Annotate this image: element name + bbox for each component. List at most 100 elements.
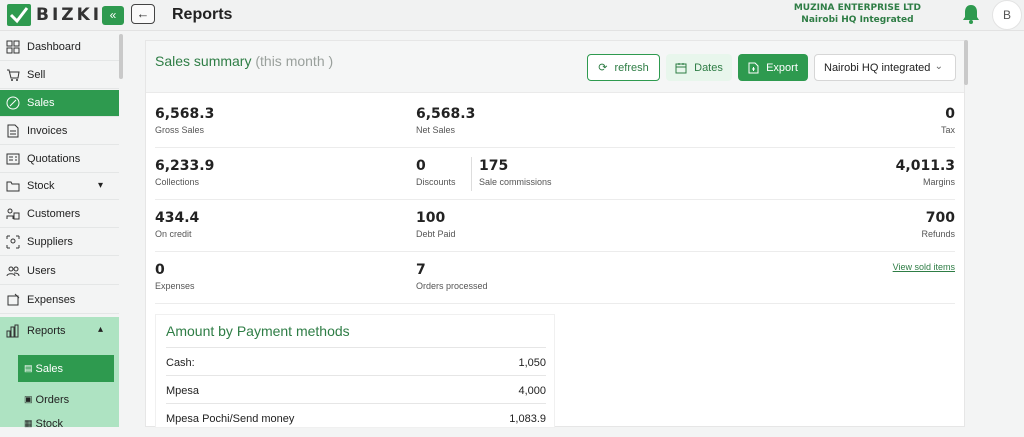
payment-methods-title: Amount by Payment methods: [166, 323, 350, 339]
quote-icon: [6, 153, 20, 165]
calendar-icon: [675, 62, 687, 73]
summary-title: Sales summary (this month ): [155, 53, 333, 69]
folder-icon: [6, 181, 20, 192]
sidebar-item-expenses[interactable]: Expenses: [0, 287, 119, 314]
top-bar: BIZKIT « ← Reports MUZINA ENTERPRISE LTD…: [0, 0, 1024, 31]
stat-tax: 0 Tax: [941, 106, 955, 135]
export-button[interactable]: Export: [738, 54, 808, 81]
view-sold-items-link[interactable]: View sold items: [893, 262, 955, 272]
payment-name: Mpesa Pochi/Send money: [166, 413, 295, 425]
refresh-label: refresh: [614, 61, 649, 74]
collapse-sidebar-button[interactable]: «: [102, 6, 124, 25]
payment-amount: 4,000: [518, 385, 546, 397]
stat-label: Net Sales: [416, 125, 456, 135]
summary-title-text: Sales summary: [155, 53, 252, 69]
bizkit-logo[interactable]: BIZKIT: [7, 4, 117, 26]
customers-icon: [6, 208, 20, 220]
cart-icon: [7, 69, 20, 81]
bell-icon[interactable]: [962, 4, 980, 29]
chevron-up-icon: ▴: [97, 324, 103, 335]
payment-name: Cash:: [166, 357, 195, 369]
stat-label: Expenses: [155, 281, 195, 291]
stat-label: Refunds: [921, 229, 955, 239]
sidebar-item-label: Customers: [27, 208, 81, 220]
sidebar-subitem-orders[interactable]: ▣ Orders: [18, 386, 114, 413]
stat-collections: 6,233.9 Collections: [155, 158, 214, 187]
reports-group: Reports ▴ ▤ Sales ▣ Orders ▦ Stock: [0, 317, 119, 430]
sidebar-item-label: Sales: [27, 97, 55, 109]
panel-header: Sales summary (this month ) ⟳ refresh Da…: [146, 41, 964, 93]
location-select[interactable]: Nairobi HQ integrated ⌄: [814, 54, 956, 81]
sidebar-item-sales[interactable]: Sales: [0, 90, 119, 117]
stat-on-credit: 434.4 On credit: [155, 210, 199, 239]
bar-chart-icon: [6, 324, 19, 337]
company-info: MUZINA ENTERPRISE LTD Nairobi HQ Integra…: [794, 2, 921, 26]
sidebar-item-suppliers[interactable]: Suppliers: [0, 229, 119, 256]
stat-value: 0: [416, 158, 426, 174]
payment-methods-card: Amount by Payment methods Cash: 1,050 Mp…: [155, 314, 555, 428]
stat-value: 700: [925, 210, 955, 226]
stat-label: On credit: [155, 229, 192, 239]
sidebar-item-invoices[interactable]: Invoices: [0, 118, 119, 145]
chevron-down-icon: ⌄: [934, 61, 943, 72]
stat-label: Gross Sales: [155, 125, 205, 135]
main-scrollbar[interactable]: [964, 40, 968, 85]
back-button[interactable]: ←: [131, 4, 155, 24]
stats-row: 434.4 On credit 100 Debt Paid 700 Refund…: [155, 200, 955, 252]
sidebar-item-quotations[interactable]: Quotations: [0, 146, 119, 173]
stock-report-icon: ▦: [24, 418, 33, 428]
payment-name: Mpesa: [166, 385, 200, 397]
stat-label: Discounts: [416, 177, 456, 187]
payment-row: Cash: 1,050: [166, 347, 546, 375]
expenses-icon: [7, 293, 20, 306]
stat-value: 6,568.3: [416, 106, 476, 122]
sidebar-subitem-sales[interactable]: ▤ Sales: [18, 355, 114, 382]
sidebar-subitem-label: Orders: [35, 393, 70, 406]
grid-icon: [6, 40, 20, 54]
sidebar-item-customers[interactable]: Customers: [0, 201, 119, 228]
payment-amount: 1,050: [518, 357, 546, 369]
sales-summary-panel: Sales summary (this month ) ⟳ refresh Da…: [145, 40, 965, 428]
payment-amount: 1,083.9: [509, 413, 546, 425]
stat-refunds: 700 Refunds: [921, 210, 955, 239]
divider: [471, 157, 472, 191]
sidebar-item-dashboard[interactable]: Dashboard: [0, 34, 119, 61]
chevron-down-icon: ▾: [97, 180, 103, 191]
percent-icon: [6, 96, 20, 110]
stat-label: Margins: [922, 177, 955, 187]
sidebar-item-reports[interactable]: Reports ▴: [0, 317, 119, 344]
stat-label: Debt Paid: [416, 229, 456, 239]
payment-row: Mpesa 4,000: [166, 375, 546, 403]
stat-debt-paid: 100 Debt Paid: [416, 210, 456, 239]
stat-discounts: 0 Discounts: [416, 158, 456, 187]
sidebar-subitem-stock[interactable]: ▦ Stock: [18, 410, 114, 437]
sidebar: Dashboard Sell Sales Invoices Quotations…: [0, 34, 119, 430]
refresh-button[interactable]: ⟳ refresh: [587, 54, 660, 81]
stat-value: 175: [479, 158, 509, 174]
branch-name: Nairobi HQ Integrated: [801, 15, 914, 25]
sidebar-subitem-label: Sales: [35, 362, 64, 375]
sidebar-item-label: Quotations: [27, 153, 81, 165]
sidebar-scrollbar[interactable]: [119, 34, 123, 79]
sidebar-item-sell[interactable]: Sell: [0, 62, 119, 89]
sidebar-item-label: Expenses: [27, 294, 76, 306]
stat-value: 100: [416, 210, 446, 226]
stat-value: 0: [155, 262, 165, 278]
export-label: Export: [766, 61, 798, 74]
orders-report-icon: ▣: [24, 394, 33, 404]
avatar[interactable]: B: [992, 0, 1022, 30]
sidebar-item-users[interactable]: Users: [0, 258, 119, 285]
summary-period: (this month ): [255, 53, 334, 69]
sidebar-item-label: Users: [27, 265, 56, 277]
logo-check-icon: [7, 4, 31, 26]
document-icon: [7, 124, 19, 138]
users-icon: [6, 266, 20, 277]
dates-button[interactable]: Dates: [666, 54, 732, 81]
stats-row: 6,233.9 Collections 0 Discounts 175 Sale…: [155, 148, 955, 200]
dates-label: Dates: [694, 61, 723, 74]
company-name: MUZINA ENTERPRISE LTD: [793, 3, 921, 13]
sidebar-item-stock[interactable]: Stock ▾: [0, 173, 119, 200]
stat-expenses: 0 Expenses: [155, 262, 195, 291]
stats-row: 0 Expenses 7 Orders processed View sold …: [155, 252, 955, 304]
stat-orders-processed: 7 Orders processed: [416, 262, 488, 291]
